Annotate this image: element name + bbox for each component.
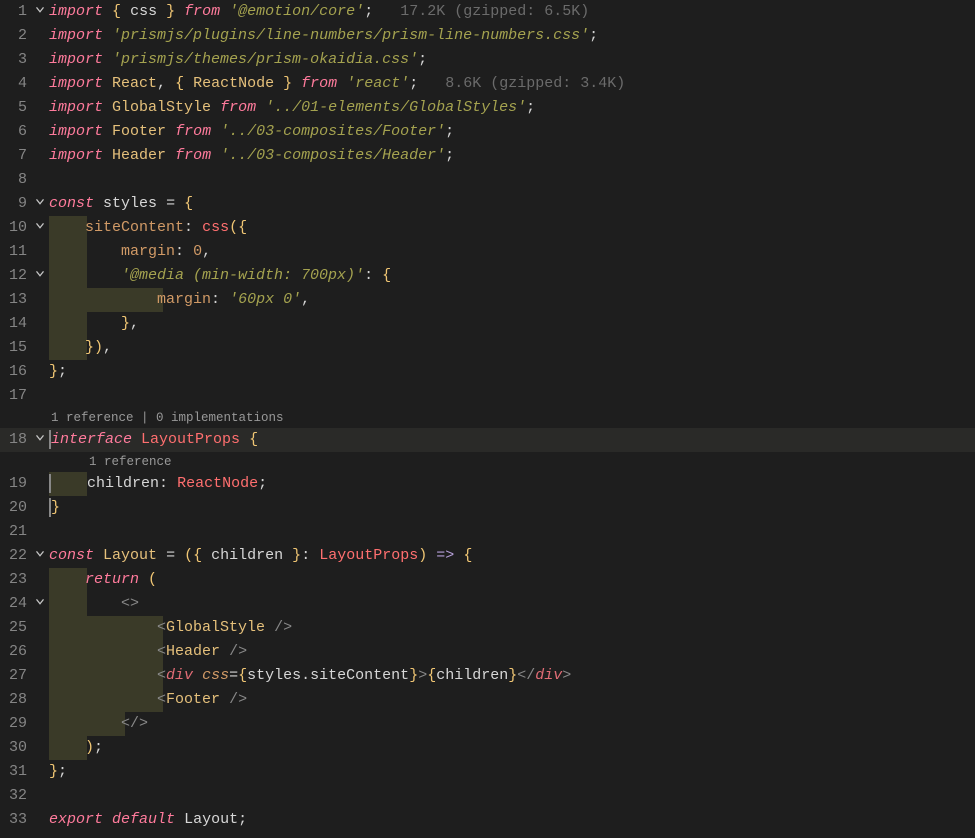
code-line[interactable]: 21 xyxy=(0,520,975,544)
fold-icon[interactable] xyxy=(31,544,49,568)
code-line[interactable]: 12 '@media (min-width: 700px)': { xyxy=(0,264,975,288)
code-line[interactable]: 4 import React, { ReactNode } from 'reac… xyxy=(0,72,975,96)
code-line[interactable]: 20 } xyxy=(0,496,975,520)
code-line[interactable]: 25 <GlobalStyle /> xyxy=(0,616,975,640)
code-line[interactable]: 33 export default Layout; xyxy=(0,808,975,832)
code-line[interactable]: 27 <div css={styles.siteContent}>{childr… xyxy=(0,664,975,688)
size-hint: 17.2K (gzipped: 6.5K) xyxy=(400,3,589,20)
codelens[interactable]: 1 reference xyxy=(0,452,975,472)
code-line[interactable]: 9 const styles = { xyxy=(0,192,975,216)
code-editor[interactable]: 1 import { css } from '@emotion/core'; 1… xyxy=(0,0,975,838)
fold-icon[interactable] xyxy=(31,192,49,216)
fold-icon[interactable] xyxy=(31,216,49,240)
codelens[interactable]: 1 reference | 0 implementations xyxy=(0,408,975,428)
code-line[interactable]: 8 xyxy=(0,168,975,192)
code-line[interactable]: 15 }), xyxy=(0,336,975,360)
fold-icon[interactable] xyxy=(31,0,49,24)
code-line[interactable]: 3 import 'prismjs/themes/prism-okaidia.c… xyxy=(0,48,975,72)
fold-icon[interactable] xyxy=(31,428,49,452)
code-line[interactable]: 16 }; xyxy=(0,360,975,384)
fold-icon[interactable] xyxy=(31,592,49,616)
code-line[interactable]: 28 <Footer /> xyxy=(0,688,975,712)
size-hint: 8.6K (gzipped: 3.4K) xyxy=(445,75,625,92)
code-line[interactable]: 32 xyxy=(0,784,975,808)
code-line[interactable]: 30 ); xyxy=(0,736,975,760)
code-line[interactable]: 1 import { css } from '@emotion/core'; 1… xyxy=(0,0,975,24)
code-line[interactable]: 11 margin: 0, xyxy=(0,240,975,264)
code-line[interactable]: 2 import 'prismjs/plugins/line-numbers/p… xyxy=(0,24,975,48)
code-line[interactable]: 5 import GlobalStyle from '../01-element… xyxy=(0,96,975,120)
code-line[interactable]: 6 import Footer from '../03-composites/F… xyxy=(0,120,975,144)
code-line[interactable]: 29 </> xyxy=(0,712,975,736)
code-line[interactable]: 19 children: ReactNode; xyxy=(0,472,975,496)
code-line[interactable]: 13 margin: '60px 0', xyxy=(0,288,975,312)
code-line[interactable]: 23 return ( xyxy=(0,568,975,592)
code-line[interactable]: 26 <Header /> xyxy=(0,640,975,664)
code-line-active[interactable]: 18 interface LayoutProps { xyxy=(0,428,975,452)
code-line[interactable]: 22 const Layout = ({ children }: LayoutP… xyxy=(0,544,975,568)
code-line[interactable]: 14 }, xyxy=(0,312,975,336)
code-line[interactable]: 24 <> xyxy=(0,592,975,616)
line-number: 1 xyxy=(0,0,31,24)
code-line[interactable]: 31 }; xyxy=(0,760,975,784)
code-line[interactable]: 17 xyxy=(0,384,975,408)
code-line[interactable]: 10 siteContent: css({ xyxy=(0,216,975,240)
code-line[interactable]: 7 import Header from '../03-composites/H… xyxy=(0,144,975,168)
fold-icon[interactable] xyxy=(31,264,49,288)
